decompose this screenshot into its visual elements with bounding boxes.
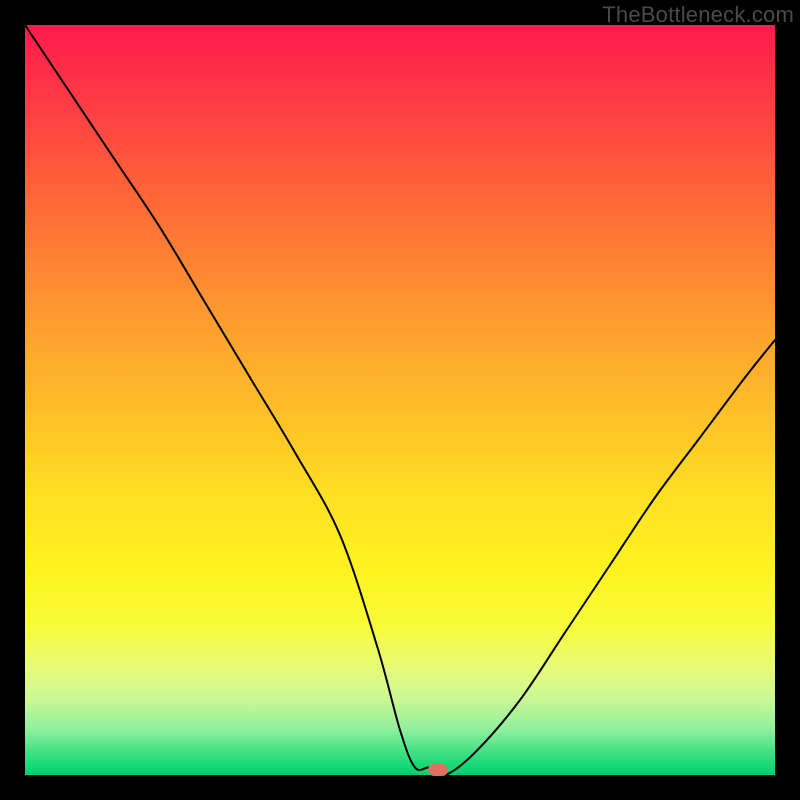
plot-area <box>25 25 775 775</box>
curve-svg <box>25 25 775 775</box>
optimal-point-marker <box>428 764 448 776</box>
chart-frame: TheBottleneck.com <box>0 0 800 800</box>
bottleneck-curve-path <box>25 25 775 775</box>
